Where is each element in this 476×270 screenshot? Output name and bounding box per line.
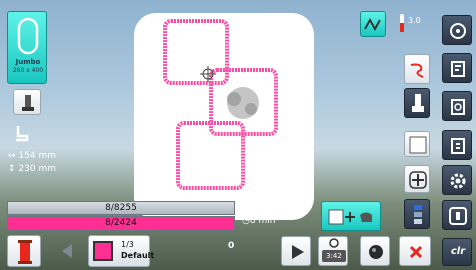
embroidery-mode-button[interactable] [442, 91, 472, 121]
clear-button[interactable]: clr [442, 238, 472, 266]
stitch-path-icon [364, 17, 381, 32]
presser-foot-button[interactable] [13, 89, 41, 115]
compass-icon [450, 23, 466, 39]
remaining-clock-icon: ◷ [242, 216, 250, 226]
start-stop-button[interactable] [281, 236, 311, 266]
speed-value: 3.0 [408, 16, 421, 25]
gear-icon [450, 173, 466, 189]
thread-spool-button[interactable] [7, 235, 41, 267]
thread-cut-icon [410, 63, 424, 78]
settings-button[interactable] [442, 165, 472, 195]
current-color-swatch [93, 241, 113, 261]
help-icon [449, 207, 467, 225]
clock-icon: ◷ [242, 200, 250, 210]
stitch-path-button[interactable] [360, 11, 386, 37]
color-count: 8/2424 [105, 218, 137, 228]
record-button[interactable] [360, 236, 390, 266]
thread-cut-button[interactable] [404, 54, 430, 84]
timer-value: 3:42 [322, 250, 346, 262]
compass-button[interactable] [442, 15, 472, 45]
clear-label: clr [450, 246, 466, 257]
color-index: 1/3 [121, 240, 134, 249]
hand-move-icon [328, 209, 372, 225]
color-selector[interactable]: 1/3 Default [88, 235, 154, 267]
hoop-name: Jumbo [15, 58, 41, 66]
frame-icon [409, 136, 427, 154]
speed-control[interactable]: 3.0 [398, 12, 432, 36]
timer-button[interactable]: 3:42 [318, 236, 348, 266]
needle-stop-icon [16, 126, 29, 142]
width-icon: ↔ [8, 151, 16, 161]
color-name: Default [121, 251, 155, 260]
design-width: 154 mm [18, 151, 56, 161]
hoop-icon [17, 17, 39, 55]
play-icon [292, 245, 304, 259]
close-icon [409, 245, 423, 259]
thread-spool-icon [18, 240, 32, 264]
remaining-time: 8 min [249, 216, 276, 226]
record-icon [369, 245, 383, 259]
presser-foot-icon [412, 94, 424, 112]
file-button[interactable] [442, 130, 472, 160]
presser-foot-down-button[interactable] [404, 88, 430, 118]
crosshair-icon [409, 171, 427, 189]
edit-mode-button[interactable] [442, 53, 472, 83]
color-sequence-button[interactable] [404, 199, 430, 229]
hoop-selector-button[interactable]: Jumbo 260 x 400 [7, 11, 47, 84]
color-stop-count: 0 [228, 241, 235, 251]
hoop-size: 260 x 400 [12, 67, 44, 74]
speed-thermometer-icon [400, 14, 404, 32]
embroidery-icon [451, 99, 465, 115]
move-design-button[interactable] [321, 201, 381, 231]
help-button[interactable] [442, 200, 472, 230]
close-button[interactable] [399, 236, 431, 266]
presser-foot-icon [22, 95, 34, 111]
design-height: 230 mm [18, 164, 56, 174]
edit-icon [451, 61, 465, 77]
stitch-progress-bar: 8/8255 [7, 201, 235, 215]
center-button[interactable] [404, 165, 430, 193]
frame-button[interactable] [404, 131, 430, 157]
timer-icon [329, 238, 339, 248]
height-icon: ↕ [8, 164, 16, 174]
file-icon [451, 138, 465, 154]
pattern-square-1 [163, 19, 229, 85]
stitch-count: 8/8255 [105, 203, 137, 213]
previous-color-icon[interactable] [60, 243, 74, 259]
total-time: 14 min [249, 200, 282, 210]
color-blocks-icon [414, 205, 422, 224]
color-progress-bar: 8/2424 [7, 216, 235, 231]
stitch-pattern [163, 19, 278, 190]
